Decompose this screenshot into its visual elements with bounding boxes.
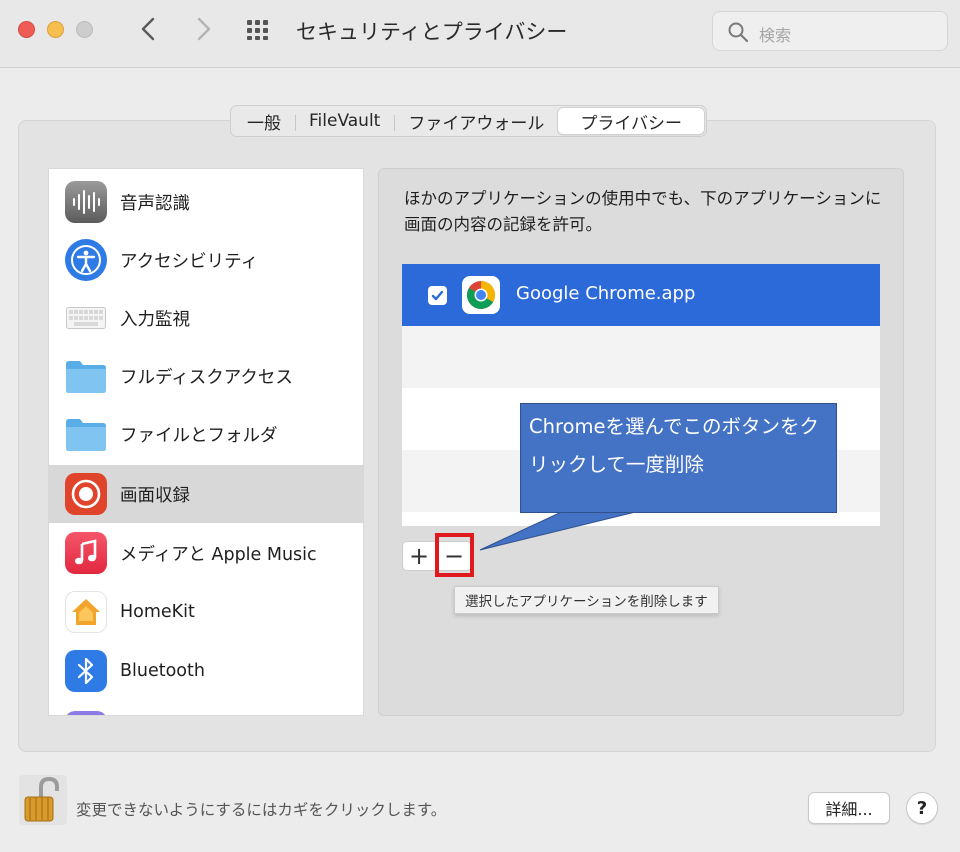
remove-button-highlight <box>435 533 474 577</box>
sidebar-item-speech-recognition[interactable]: 音声認識 <box>49 173 363 231</box>
partial-icon <box>65 711 107 715</box>
sidebar-item-input-monitoring[interactable]: 入力監視 <box>49 289 363 347</box>
details-button[interactable]: 詳細... <box>808 792 890 824</box>
sidebar-item-label: 入力監視 <box>120 309 190 330</box>
music-icon <box>65 532 107 574</box>
close-window-button[interactable] <box>18 21 35 38</box>
bluetooth-icon <box>65 650 107 692</box>
sidebar-item-label: アクセシビリティ <box>120 251 259 272</box>
annotation-callout: Chromeを選んでこのボタンをクリックして一度削除 <box>520 403 837 513</box>
app-row-google-chrome[interactable]: Google Chrome.app <box>402 264 880 326</box>
folder-icon <box>65 355 107 397</box>
sidebar-item-label: 音声認識 <box>120 193 190 214</box>
tab-firewall[interactable]: ファイアウォール <box>394 108 558 134</box>
screen-record-icon <box>65 473 107 515</box>
show-all-grid-icon[interactable] <box>246 19 274 41</box>
forward-arrow-icon[interactable] <box>188 14 218 44</box>
description-text: ほかのアプリケーションの使用中でも、下のアプリケーションに画面の内容の記録を許可… <box>404 189 882 234</box>
privacy-category-list: 音声認識 アクセシビリティ 入力監視 フルディスクアクセス ファイルとフォルダ … <box>48 168 364 716</box>
waveform-icon <box>65 181 107 223</box>
minimize-window-button[interactable] <box>47 21 64 38</box>
home-icon <box>65 591 107 633</box>
sidebar-item-label: HomeKit <box>120 602 195 622</box>
checkmark-icon <box>431 290 444 301</box>
sidebar-item-full-disk-access[interactable]: フルディスクアクセス <box>49 347 363 405</box>
sidebar-item-bluetooth[interactable]: Bluetooth <box>49 642 363 700</box>
search-placeholder: 検索 <box>759 26 792 45</box>
zoom-window-button[interactable] <box>76 21 93 38</box>
tab-general[interactable]: 一般 <box>233 108 295 134</box>
sidebar-item-label: ファイルとフォルダ <box>120 425 278 446</box>
keyboard-icon <box>65 297 107 339</box>
app-checkbox[interactable] <box>428 286 447 305</box>
tab-privacy[interactable]: プライバシー <box>558 108 705 134</box>
window-title: セキュリティとプライバシー <box>296 20 568 44</box>
chrome-icon <box>462 276 500 314</box>
add-app-button[interactable]: + <box>402 541 436 571</box>
sidebar-item-label: メディアと Apple Music <box>120 544 317 565</box>
back-arrow-icon[interactable] <box>134 14 164 44</box>
sidebar-item-label: 画面収録 <box>120 485 190 506</box>
sidebar-item-files-and-folders[interactable]: ファイルとフォルダ <box>49 405 363 463</box>
callout-pointer <box>479 508 653 551</box>
sidebar-item-screen-recording[interactable]: 画面収録 <box>49 465 363 523</box>
accessibility-icon <box>65 239 107 281</box>
sidebar-item-media-apple-music[interactable]: メディアと Apple Music <box>49 524 363 582</box>
empty-row <box>402 326 880 388</box>
sidebar-item-label: フルディスクアクセス <box>120 367 293 388</box>
tooltip: 選択したアプリケーションを削除します <box>454 586 719 614</box>
sidebar-item-partial[interactable] <box>49 701 363 715</box>
lock-icon[interactable] <box>19 775 67 825</box>
app-name: Google Chrome.app <box>516 283 696 304</box>
search-input[interactable]: 検索 <box>712 11 948 51</box>
search-icon <box>728 22 749 43</box>
sidebar-item-accessibility[interactable]: アクセシビリティ <box>49 231 363 289</box>
lock-instruction-text: 変更できないようにするにはカギをクリックします。 <box>76 801 447 819</box>
tab-bar: 一般 FileVault ファイアウォール プライバシー <box>230 105 708 137</box>
title-bar: セキュリティとプライバシー 検索 <box>0 0 960 68</box>
sidebar-item-label: Bluetooth <box>120 661 205 681</box>
sidebar-item-homekit[interactable]: HomeKit <box>49 583 363 641</box>
tab-filevault[interactable]: FileVault <box>295 108 394 134</box>
folder-icon <box>65 413 107 455</box>
help-button[interactable]: ? <box>906 792 938 824</box>
